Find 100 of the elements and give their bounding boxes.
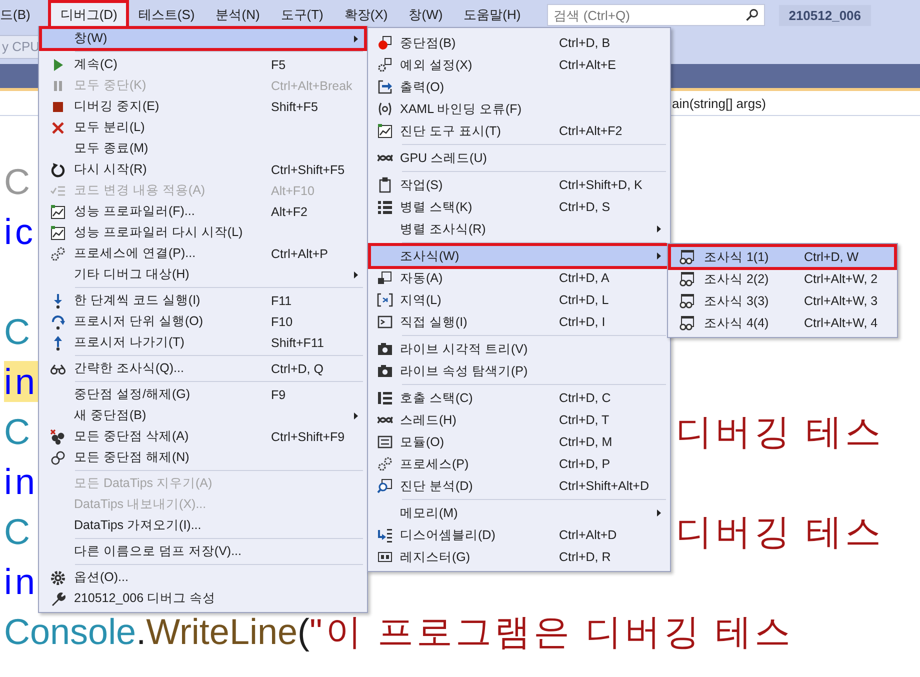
menu-item[interactable]: 조사식 1(1) Ctrl+D, W [670, 246, 895, 268]
menu-item[interactable]: 라이브 속성 탐색기(P) [370, 360, 668, 382]
code-text: C [4, 161, 33, 202]
menu-item[interactable]: 성능 프로파일러 다시 시작(L) [41, 222, 365, 243]
menu-item[interactable]: 조사식 4(4) Ctrl+Alt+W, 4 [670, 312, 895, 334]
menu-item[interactable]: 모든 중단점 해제(N) [41, 447, 365, 468]
glasses-window-icon [679, 293, 695, 309]
terminal-icon [377, 314, 393, 330]
menu-item[interactable]: 디스어셈블리(D) Ctrl+Alt+D [370, 524, 668, 546]
menu-item[interactable]: 기타 디버그 대상(H) [41, 264, 365, 285]
code-text: 디버깅 테스 [676, 411, 884, 452]
curved-arrow-icon [50, 314, 66, 330]
menu-item[interactable]: 새 중단점(B) [41, 405, 365, 426]
menu-item[interactable]: 모두 분리(L) [41, 117, 365, 138]
code-text: . [136, 611, 146, 652]
menu-title[interactable]: 도움말(H) [454, 3, 530, 27]
menu-item[interactable]: GPU 스레드(U) [370, 147, 668, 169]
code-text: 디버깅 테스 [676, 511, 884, 552]
code-text: ( [298, 611, 310, 652]
restart-icon [50, 162, 66, 178]
menu-item[interactable]: 자동(A) Ctrl+D, A [370, 267, 668, 289]
list-arrow-icon [377, 527, 393, 543]
menu-item[interactable]: 프로시저 나가기(T) Shift+F11 [41, 332, 365, 353]
member-dropdown[interactable]: ain(string[] args) [672, 96, 766, 110]
menu-item[interactable]: 직접 실행(I) Ctrl+D, I [370, 311, 668, 333]
gears-icon [50, 246, 66, 262]
menu-item[interactable]: 210512_006 디버그 속성 [41, 588, 365, 609]
menu-item[interactable]: 메모리(M) [370, 502, 668, 524]
code-text: in [4, 461, 38, 502]
breakpoint-icon [377, 35, 393, 51]
menu-item[interactable]: 진단 분석(D) Ctrl+Shift+Alt+D [370, 475, 668, 497]
menu-item[interactable]: 병렬 조사식(R) [370, 218, 668, 240]
settings-icon [50, 570, 66, 586]
menu-item[interactable]: 성능 프로파일러(F)... Alt+F2 [41, 201, 365, 222]
arrow-box-icon [377, 79, 393, 95]
glasses-window-icon [679, 271, 695, 287]
menu-item[interactable]: 디버깅 중지(E) Shift+F5 [41, 96, 365, 117]
wrench-icon [50, 590, 66, 606]
menu-item[interactable]: 다시 시작(R) Ctrl+Shift+F5 [41, 159, 365, 180]
code-text: "이 프로그램은 디버깅 테스 [310, 611, 794, 652]
code-text: Console [4, 611, 136, 652]
code-text: C [4, 511, 33, 552]
grid-icon [377, 199, 393, 215]
chart-icon [50, 224, 66, 240]
menu-item[interactable]: 한 단계씩 코드 실행(I) F11 [41, 290, 365, 311]
menu-item[interactable]: 스레드(H) Ctrl+D, T [370, 409, 668, 431]
menu-item[interactable]: 라이브 시각적 트리(V) [370, 338, 668, 360]
menu-item[interactable]: 중단점(B) Ctrl+D, B [370, 32, 668, 54]
window-icon [377, 270, 393, 286]
menu-item[interactable]: 작업(S) Ctrl+Shift+D, K [370, 174, 668, 196]
menu-item[interactable]: XAML 바인딩 오류(F) [370, 98, 668, 120]
menu-item[interactable]: 모듈(O) Ctrl+D, M [370, 431, 668, 453]
menu-title[interactable]: 도구(T) [272, 3, 332, 27]
menu-title[interactable]: 디버그(D) [51, 3, 126, 27]
gears-icon [377, 456, 393, 472]
magnifier-icon [377, 478, 393, 494]
menu-item[interactable]: 조사식 2(2) Ctrl+Alt+W, 2 [670, 268, 895, 290]
glasses-window-icon [679, 315, 695, 331]
menu-title[interactable]: 분석(N) [206, 3, 269, 27]
menu-item[interactable]: 중단점 설정/해제(G) F9 [41, 384, 365, 405]
menu-item[interactable]: 예외 설정(X) Ctrl+Alt+E [370, 54, 668, 76]
menu-item[interactable]: 병렬 스택(K) Ctrl+D, S [370, 196, 668, 218]
menu-item[interactable]: 다른 이름으로 덤프 저장(V)... [41, 541, 365, 562]
gear-window-icon [377, 57, 393, 73]
menu-item[interactable]: 지역(L) Ctrl+D, L [370, 289, 668, 311]
braces-icon [377, 101, 393, 117]
menu-title[interactable]: 드(B) [0, 3, 40, 27]
menu-item[interactable]: 조사식(W) [370, 245, 668, 267]
menu-item[interactable]: 조사식 3(3) Ctrl+Alt+W, 3 [670, 290, 895, 312]
menu-item[interactable]: 프로세스(P) Ctrl+D, P [370, 453, 668, 475]
window-icon [377, 434, 393, 450]
menu-item[interactable]: 출력(O) [370, 76, 668, 98]
menu-title[interactable]: 테스트(S) [129, 3, 204, 27]
menu-item[interactable]: DataTips 가져오기(I)... [41, 515, 365, 536]
code-text: C [4, 311, 33, 352]
cross-icon [50, 120, 66, 136]
menu-item[interactable]: 간략한 조사식(Q)... Ctrl+D, Q [41, 358, 365, 379]
menu-item[interactable]: 옵션(O)... [41, 567, 365, 588]
list-icon [377, 390, 393, 406]
menu-item[interactable]: 진단 도구 표시(T) Ctrl+Alt+F2 [370, 120, 668, 142]
camera-icon [377, 363, 393, 379]
menu-item[interactable]: 레지스터(G) Ctrl+D, R [370, 546, 668, 568]
search-field[interactable]: 검색 (Ctrl+Q) [546, 4, 765, 26]
menu-item[interactable]: 모든 중단점 삭제(A) Ctrl+Shift+F9 [41, 426, 365, 447]
chart-icon [50, 204, 66, 220]
code-text: ic [4, 211, 36, 252]
clipboard-icon [377, 177, 393, 193]
menu-item[interactable]: 창(W) [41, 28, 365, 49]
rings-icon [50, 450, 66, 466]
solution-name: 210512_006 [778, 4, 872, 26]
menu-item[interactable]: 프로시저 단위 실행(O) F10 [41, 311, 365, 332]
box-icon [377, 549, 393, 565]
menu-item[interactable]: 호출 스택(C) Ctrl+D, C [370, 387, 668, 409]
code-text: in [4, 361, 38, 402]
menu-title[interactable]: 확장(X) [335, 3, 397, 27]
code-text: WriteLine [146, 611, 298, 652]
glasses-window-icon [679, 249, 695, 265]
menu-item[interactable]: 프로세스에 연결(P)... Ctrl+Alt+P [41, 243, 365, 264]
menu-item[interactable]: 모두 종료(M) [41, 138, 365, 159]
menu-title[interactable]: 창(W) [400, 3, 452, 27]
